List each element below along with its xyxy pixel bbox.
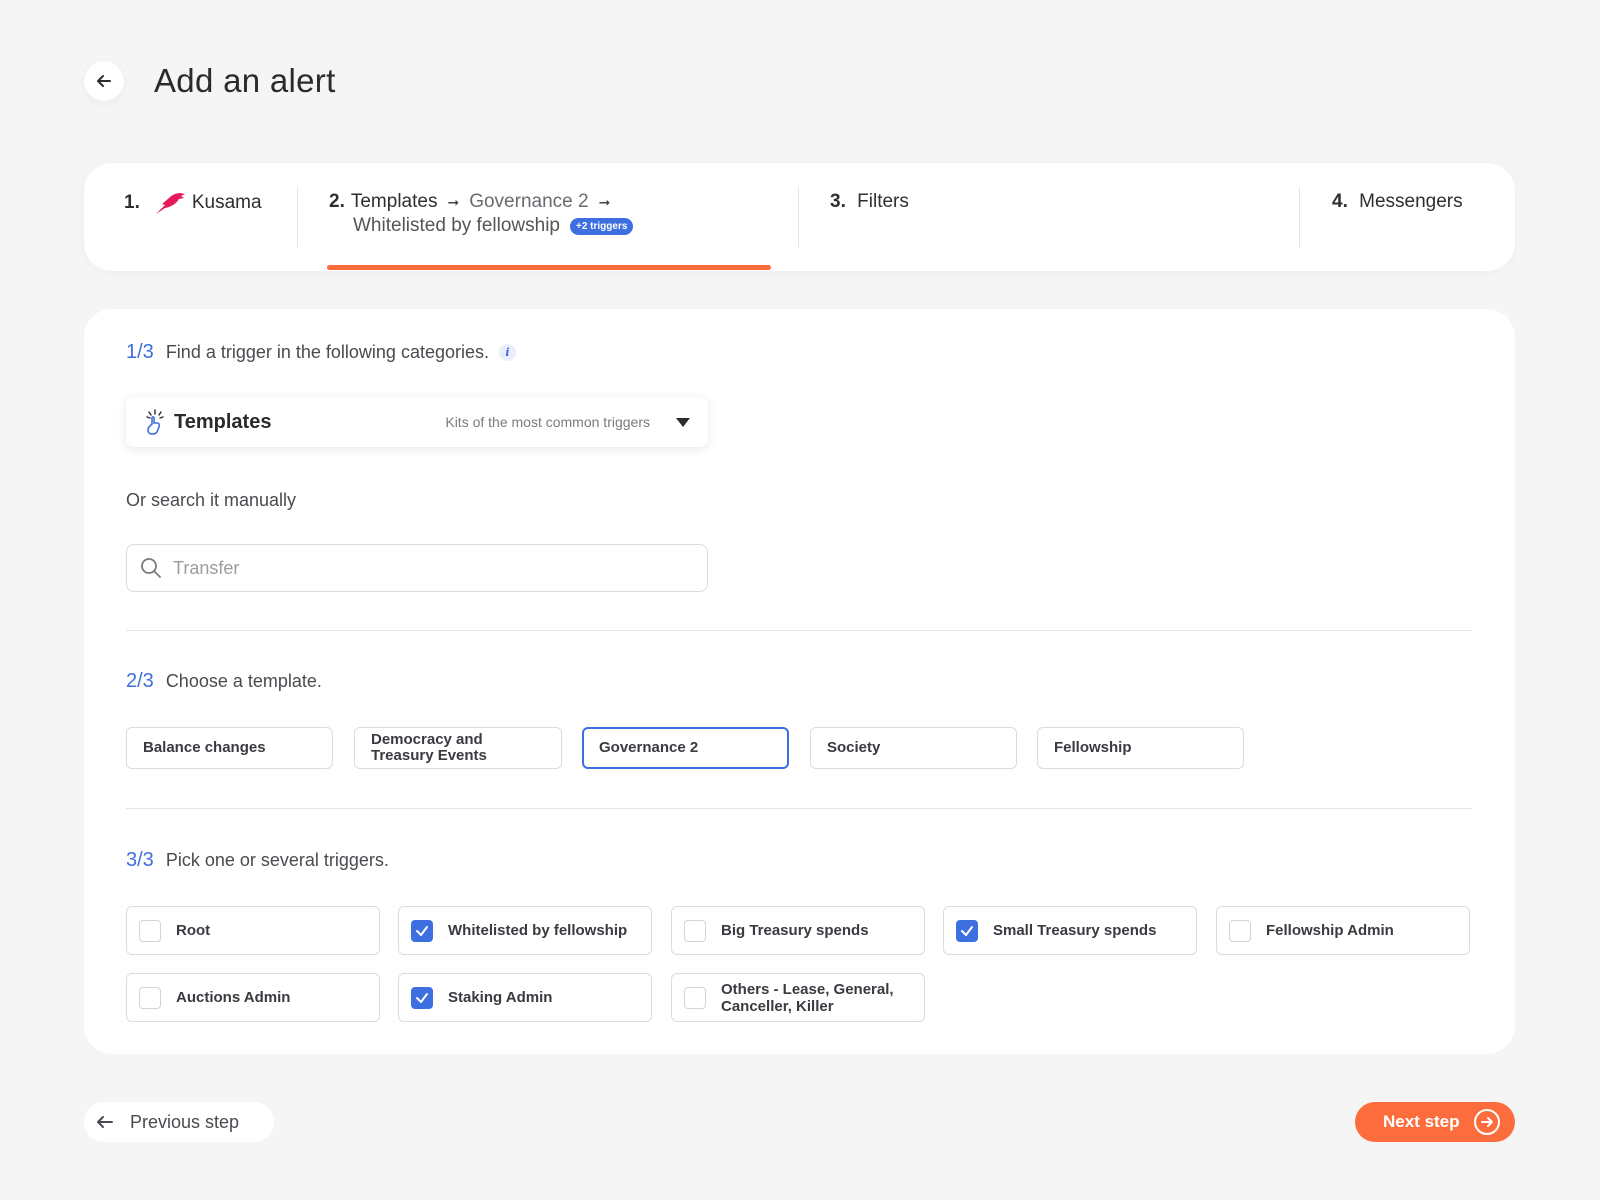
trigger-checkbox[interactable] — [684, 986, 706, 1009]
trigger-checkbox[interactable] — [139, 986, 161, 1009]
search-input[interactable] — [173, 557, 673, 579]
step-label: Templates — [350, 191, 438, 212]
step-sub: Whitelisted by fellowship — [353, 215, 560, 236]
kusama-bird-icon — [155, 193, 185, 214]
category-dropdown[interactable]: Templates Kits of the most common trigge… — [126, 397, 708, 447]
search-box[interactable] — [126, 544, 708, 592]
trigger-card: 1/3 Find a trigger in the following cate… — [84, 309, 1515, 1054]
step-divider — [798, 187, 799, 247]
arrow-right-circle-icon — [1473, 1109, 1500, 1135]
arrow-right-icon: ➞ — [447, 194, 460, 210]
trigger-label: Others - Lease, General, Canceller, Kill… — [721, 980, 894, 1015]
step-label: Messengers — [1359, 191, 1463, 212]
step-filters[interactable]: 3. Filters — [830, 190, 909, 214]
section-1-heading: 1/3 Find a trigger in the following cate… — [126, 341, 516, 364]
arrow-left-icon — [97, 1116, 113, 1128]
step-crumb: Governance 2 — [469, 191, 589, 212]
trigger-staking-admin[interactable]: Staking Admin — [398, 973, 652, 1022]
trigger-label: Big Treasury spends — [721, 922, 869, 939]
next-step-label: Next step — [1383, 1112, 1460, 1131]
trigger-label: Staking Admin — [448, 989, 553, 1006]
section-3-heading: 3/3 Pick one or several triggers. — [126, 849, 389, 872]
manual-search-label: Or search it manually — [126, 490, 297, 510]
section-2-heading: 2/3 Choose a template. — [126, 670, 322, 693]
trigger-checkbox[interactable] — [684, 919, 706, 942]
hand-sparkle-icon — [146, 409, 164, 435]
trigger-checkbox[interactable] — [956, 919, 978, 942]
section-text: Pick one or several triggers. — [165, 850, 389, 870]
trigger-whitelisted-by-fellowship[interactable]: Whitelisted by fellowship — [398, 906, 652, 955]
step-templates[interactable]: 2. Templates ➞ Governance 2 ➞ Whiteliste… — [329, 190, 634, 238]
trigger-checkbox[interactable] — [411, 986, 433, 1009]
chevron-down-icon — [676, 417, 690, 427]
template-label: Democracy and Treasury Events — [371, 731, 487, 764]
trigger-label: Auctions Admin — [176, 989, 291, 1006]
trigger-label: Small Treasury spends — [993, 922, 1157, 939]
step-network[interactable]: 1. Kusama — [124, 190, 262, 216]
trigger-label: Root — [176, 922, 211, 939]
trigger-checkbox[interactable] — [139, 919, 161, 942]
arrow-right-icon: ➞ — [598, 194, 611, 210]
trigger-others[interactable]: Others - Lease, General, Canceller, Kill… — [671, 973, 925, 1022]
arrow-left-icon — [97, 75, 111, 87]
step-number: 2. — [329, 191, 345, 212]
search-icon — [141, 558, 161, 578]
template-label: Society — [827, 739, 881, 756]
trigger-label: Whitelisted by fellowship — [448, 922, 628, 939]
step-label: Filters — [857, 191, 909, 212]
triggers-badge: +2 triggers — [569, 217, 634, 235]
check-icon — [416, 992, 428, 1003]
template-label: Fellowship — [1054, 739, 1132, 756]
template-governance-2[interactable]: Governance 2 — [582, 727, 789, 769]
section-index: 2/3 — [126, 670, 154, 692]
template-label: Governance 2 — [599, 739, 699, 756]
trigger-label: Fellowship Admin — [1266, 922, 1394, 939]
trigger-checkbox[interactable] — [1229, 919, 1251, 942]
page-title: Add an alert — [154, 62, 336, 99]
template-fellowship[interactable]: Fellowship — [1037, 727, 1244, 769]
step-divider — [1299, 187, 1300, 247]
active-step-indicator — [327, 265, 771, 270]
info-icon[interactable]: i — [499, 344, 516, 361]
section-index: 1/3 — [126, 341, 154, 363]
check-icon — [961, 925, 973, 936]
step-messengers[interactable]: 4. Messengers — [1332, 190, 1463, 214]
trigger-root[interactable]: Root — [126, 906, 380, 955]
check-icon — [416, 925, 428, 936]
dropdown-subtitle: Kits of the most common triggers — [445, 414, 650, 430]
section-text: Choose a template. — [165, 671, 322, 691]
template-balance-changes[interactable]: Balance changes — [126, 727, 333, 769]
step-divider — [297, 187, 298, 247]
template-label: Balance changes — [143, 739, 266, 756]
previous-step-button[interactable]: Previous step — [84, 1102, 274, 1142]
previous-step-label: Previous step — [130, 1111, 240, 1132]
section-index: 3/3 — [126, 849, 154, 871]
dropdown-title: Templates — [174, 410, 272, 433]
trigger-checkbox[interactable] — [411, 919, 433, 942]
trigger-fellowship-admin[interactable]: Fellowship Admin — [1216, 906, 1470, 955]
next-step-button[interactable]: Next step — [1355, 1102, 1515, 1142]
section-divider — [126, 808, 1472, 809]
stepper: 1. Kusama 2. Templates ➞ Governance 2 ➞ … — [84, 163, 1515, 271]
section-divider — [126, 630, 1472, 631]
trigger-small-treasury-spends[interactable]: Small Treasury spends — [943, 906, 1197, 955]
step-number: 1. — [124, 192, 140, 213]
back-button[interactable] — [84, 61, 124, 101]
template-society[interactable]: Society — [810, 727, 1017, 769]
trigger-auctions-admin[interactable]: Auctions Admin — [126, 973, 380, 1022]
template-democracy-treasury[interactable]: Democracy and Treasury Events — [354, 727, 562, 769]
step-label: Kusama — [191, 192, 262, 213]
section-text: Find a trigger in the following categori… — [165, 342, 489, 362]
trigger-big-treasury-spends[interactable]: Big Treasury spends — [671, 906, 925, 955]
step-number: 4. — [1332, 191, 1348, 212]
step-number: 3. — [830, 191, 846, 212]
